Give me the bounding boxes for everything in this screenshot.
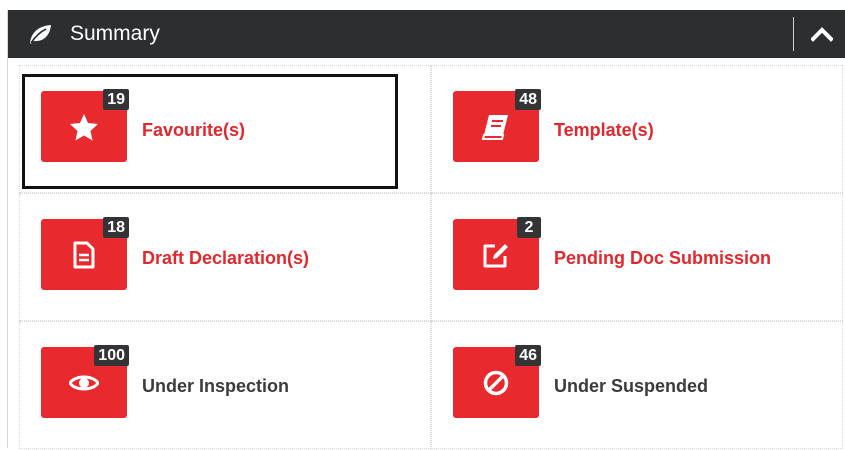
tile-icon-box: 2: [453, 217, 541, 290]
summary-panel: Summary 19 Favourite(s) 48 Template(s) 1…: [7, 10, 845, 449]
count-badge: 2: [517, 217, 541, 238]
tile-icon-box: 48: [453, 89, 541, 162]
summary-grid: 19 Favourite(s) 48 Template(s) 18 Draft …: [19, 65, 844, 449]
tile-icon-box: 19: [41, 89, 129, 162]
tile-label: Pending Doc Submission: [554, 248, 772, 268]
panel-title: Summary: [70, 22, 160, 45]
tile-pending-doc-submission[interactable]: 2 Pending Doc Submission: [431, 193, 843, 321]
tile-label: Under Inspection: [142, 376, 290, 396]
tile-icon-box: 18: [41, 217, 129, 290]
tile-under-suspended[interactable]: 46 Under Suspended: [431, 321, 843, 449]
count-badge: 46: [515, 345, 541, 366]
chevron-up-icon: [811, 27, 833, 42]
document-icon: [73, 241, 95, 269]
star-icon: [70, 114, 98, 141]
tile-under-inspection[interactable]: 100 Under Inspection: [19, 321, 431, 449]
tile-label: Favourite(s): [142, 120, 246, 140]
count-badge: 18: [103, 217, 129, 238]
tile-label: Under Suspended: [554, 376, 709, 396]
tile-icon-box: 100: [41, 345, 129, 418]
tile-favourites[interactable]: 19 Favourite(s): [19, 65, 431, 193]
leaf-icon: [30, 25, 51, 44]
count-badge: 48: [515, 89, 541, 110]
tile-templates[interactable]: 48 Template(s): [431, 65, 843, 193]
panel-header: Summary: [8, 10, 845, 58]
tile-label: Template(s): [554, 120, 654, 140]
book-icon: [481, 115, 508, 140]
count-badge: 19: [103, 89, 129, 110]
edit-icon: [483, 244, 508, 268]
ban-icon: [483, 370, 509, 396]
header-divider: [793, 17, 794, 51]
tile-icon-box: 46: [453, 345, 541, 418]
count-badge: 100: [94, 345, 129, 366]
eye-icon: [69, 375, 99, 391]
tile-draft-declarations[interactable]: 18 Draft Declaration(s): [19, 193, 431, 321]
collapse-button[interactable]: [798, 10, 845, 58]
tile-label: Draft Declaration(s): [142, 248, 310, 268]
